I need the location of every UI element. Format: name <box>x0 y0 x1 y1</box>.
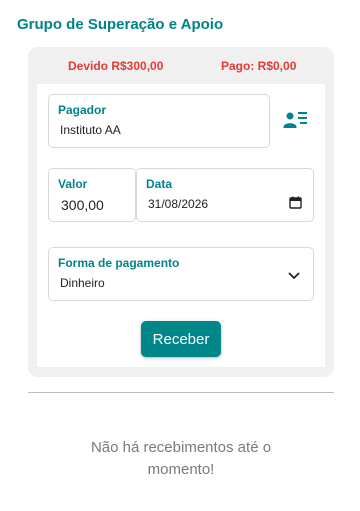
date-value[interactable]: 31/08/2026 <box>148 197 208 211</box>
calendar-icon[interactable] <box>289 196 302 209</box>
amount-due: Devido R$300,00 <box>68 59 164 73</box>
amount-field[interactable]: Valor 300,00 <box>48 168 136 222</box>
payment-form: Pagador Instituto AA Valor 300,00 Data 3… <box>37 84 325 367</box>
date-label: Data <box>146 177 173 191</box>
payment-card: Devido R$300,00 Pago: R$0,00 Pagador Ins… <box>28 47 334 377</box>
amount-paid: Pago: R$0,00 <box>221 59 297 73</box>
payer-field[interactable]: Pagador Instituto AA <box>48 94 270 148</box>
payment-method-select[interactable]: Forma de pagamento Dinheiro <box>48 247 314 301</box>
payer-label: Pagador <box>58 103 107 117</box>
amount-label: Valor <box>58 177 88 191</box>
person-list-icon[interactable] <box>283 110 309 132</box>
date-field[interactable]: Data 31/08/2026 <box>136 168 314 222</box>
receive-button[interactable]: Receber <box>141 321 221 357</box>
chevron-down-icon[interactable] <box>287 268 301 280</box>
page-title: Grupo de Superação e Apoio <box>17 16 224 33</box>
amount-value[interactable]: 300,00 <box>61 197 104 213</box>
payer-value[interactable]: Instituto AA <box>60 123 121 137</box>
payment-method-label: Forma de pagamento <box>58 256 180 270</box>
payment-method-value: Dinheiro <box>60 276 105 290</box>
divider <box>28 392 334 393</box>
empty-receipts-message: Não há recebimentos até o momento! <box>90 439 272 478</box>
